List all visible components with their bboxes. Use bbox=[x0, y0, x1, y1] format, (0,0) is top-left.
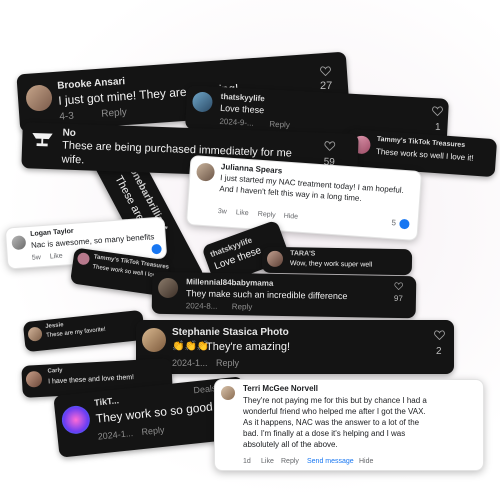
comment-text-line: wonderful friend who helped me after I g… bbox=[243, 407, 426, 416]
avatar bbox=[25, 84, 53, 112]
avatar bbox=[195, 162, 216, 182]
heart-icon[interactable] bbox=[394, 282, 403, 291]
comment-text: These work so well I love it! bbox=[375, 146, 474, 163]
like-link[interactable]: Like bbox=[261, 458, 274, 465]
comment-card-millennial: Millennial84babymama They make such an i… bbox=[151, 271, 417, 319]
comment-text-line: As it happens, NAC was the answer to a l… bbox=[243, 418, 420, 427]
commenter-name: TARA'S bbox=[290, 250, 316, 258]
like-reaction-icon bbox=[399, 218, 410, 230]
reply-link[interactable]: Reply bbox=[281, 458, 299, 465]
reply-link[interactable]: Reply bbox=[141, 425, 165, 437]
like-count: 27 bbox=[320, 80, 333, 92]
anvil-logo-icon bbox=[32, 132, 53, 147]
commenter-name: Carly bbox=[47, 367, 63, 375]
hide-link[interactable]: Hide bbox=[359, 458, 373, 465]
avatar bbox=[142, 328, 166, 352]
comment-text-line: They're not paying me for this but by ch… bbox=[243, 396, 427, 405]
reaction-count: 5 bbox=[391, 218, 397, 228]
comment-time: 1d bbox=[243, 458, 251, 465]
avatar bbox=[266, 250, 284, 268]
comment-text: I have these and love them! bbox=[47, 374, 135, 386]
reply-link[interactable]: Reply bbox=[258, 211, 276, 219]
avatar bbox=[191, 91, 213, 113]
hide-link[interactable]: Hide bbox=[283, 213, 298, 221]
like-link[interactable]: Like bbox=[236, 209, 249, 217]
reply-link[interactable]: Reply bbox=[216, 358, 239, 368]
comment-time: 5w bbox=[31, 254, 42, 262]
comment-card-stephanie: Stephanie Stasica Photo 👏👏👏 They're amaz… bbox=[136, 320, 454, 374]
comment-text-line: bad. I'm finally at a dose it's helping … bbox=[243, 429, 406, 438]
like-link[interactable]: Like bbox=[50, 253, 63, 261]
commenter-name: Terri McGee Norvell bbox=[243, 384, 318, 393]
comment-date: 2024-8... bbox=[185, 301, 218, 311]
comment-text-line2: wife. bbox=[61, 153, 85, 167]
comment-text: They make such an incredible difference bbox=[185, 288, 348, 302]
commenter-name: Jessie bbox=[45, 322, 64, 330]
comment-card-terri: Terri McGee Norvell They're not paying m… bbox=[214, 379, 484, 471]
comment-card-julianna: Julianna Spears I just started my NAC tr… bbox=[185, 154, 423, 242]
commenter-name: thatskyylife bbox=[220, 91, 265, 104]
comment-date: 2024-1... bbox=[97, 427, 134, 442]
avatar bbox=[76, 252, 91, 266]
reply-link[interactable]: Reply bbox=[101, 107, 127, 120]
comment-card-jessie: Jessie These are my favorite! bbox=[22, 309, 146, 353]
avatar bbox=[25, 370, 43, 388]
comment-date: 4-3 bbox=[59, 110, 75, 123]
commenter-name: TikT... bbox=[93, 395, 120, 408]
comment-emoji: 👏👏👏 bbox=[172, 341, 210, 352]
commenter-name: Stephanie Stasica Photo bbox=[172, 327, 289, 338]
heart-icon[interactable] bbox=[432, 106, 443, 116]
reply-link[interactable]: Reply bbox=[232, 302, 253, 311]
like-count: 97 bbox=[393, 293, 403, 304]
comment-date: 2024-1... bbox=[172, 358, 208, 368]
comment-text-line1: These are being purchased immediately fo… bbox=[61, 139, 293, 160]
commenter-name: No bbox=[62, 127, 77, 140]
comment-date: 2024-9-... bbox=[219, 116, 254, 128]
commenter-name: Logan Taylor bbox=[30, 227, 74, 238]
send-message-link[interactable]: Send message bbox=[307, 458, 354, 465]
like-count: 2 bbox=[436, 346, 442, 357]
reply-link[interactable]: Reply bbox=[269, 120, 290, 130]
like-reaction-icon bbox=[151, 243, 162, 255]
avatar bbox=[60, 404, 92, 436]
like-count: 1 bbox=[435, 122, 441, 133]
avatar bbox=[221, 386, 235, 400]
comment-text: Love these bbox=[219, 102, 265, 116]
comment-text-line: absolutely all of the above. bbox=[243, 440, 338, 449]
commenter-name: Millennial84babymama bbox=[186, 277, 274, 288]
comment-text: Wow, they work super well bbox=[289, 260, 373, 269]
comment-card-taras: TARA'S Wow, they work super well bbox=[261, 246, 413, 276]
comment-time: 3w bbox=[217, 208, 228, 216]
heart-icon[interactable] bbox=[434, 330, 445, 340]
avatar bbox=[27, 326, 43, 342]
avatar bbox=[11, 235, 27, 251]
comment-text: They're amazing! bbox=[206, 341, 291, 353]
heart-icon[interactable] bbox=[320, 66, 331, 76]
heart-icon[interactable] bbox=[324, 141, 336, 152]
avatar bbox=[157, 277, 179, 299]
